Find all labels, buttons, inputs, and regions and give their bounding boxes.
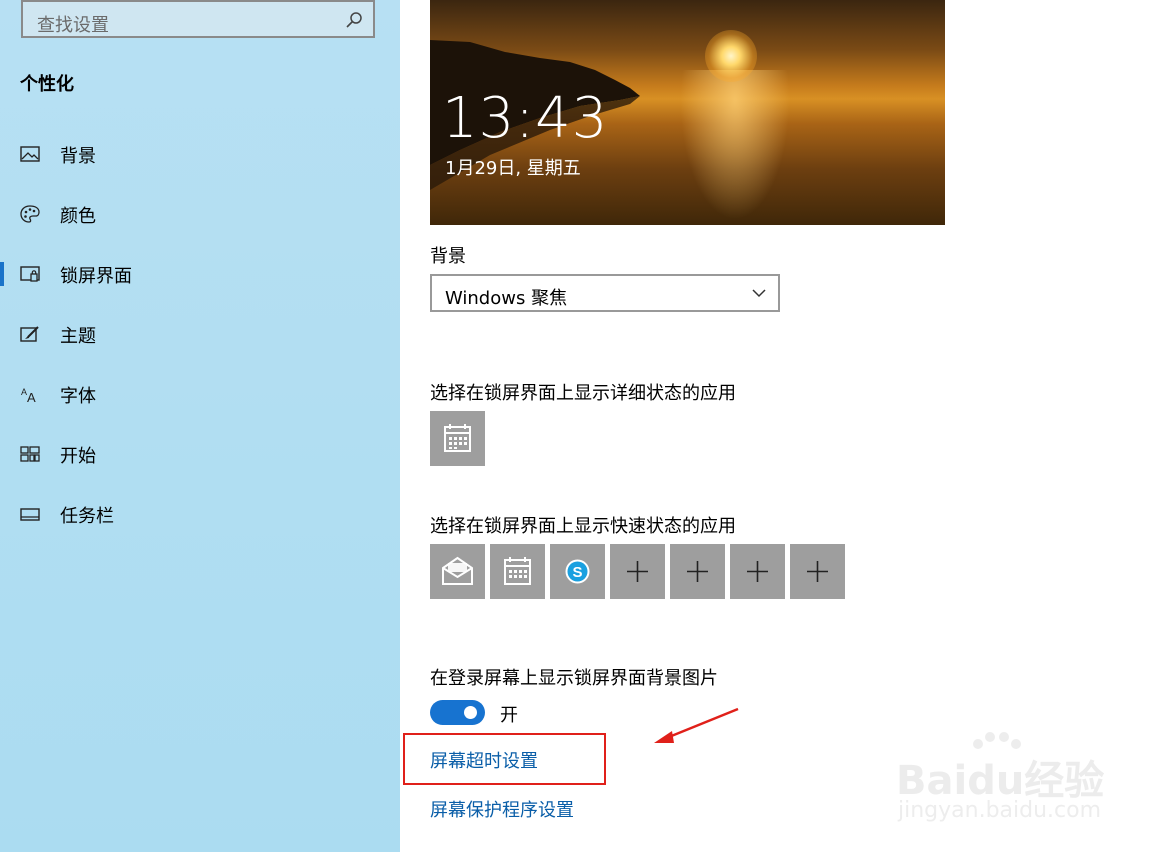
screen-saver-link[interactable]: 屏幕保护程序设置 [430,796,574,822]
plus-icon [747,561,768,582]
sidebar-item-fonts[interactable]: A A 字体 [0,372,400,416]
annotation-highlight-box [403,733,606,785]
palette-icon [20,205,40,223]
selected-indicator [0,262,4,286]
sidebar-item-start[interactable]: 开始 [0,432,400,476]
sidebar-item-label: 任务栏 [60,506,114,527]
quick-status-label: 选择在锁屏界面上显示快速状态的应用 [430,516,736,537]
sidebar-item-themes[interactable]: 主题 [0,312,400,356]
taskbar-icon [20,508,40,521]
skype-icon: S [565,559,590,584]
sidebar-item-label: 锁屏界面 [60,266,132,287]
lock-screen-preview: 13:43 1月29日, 星期五 [430,0,945,225]
chevron-down-icon [752,289,766,298]
theme-brush-icon [20,326,39,342]
mail-icon [442,556,473,585]
background-dropdown-value: Windows 聚焦 [445,288,568,309]
toggle-state-label: 开 [500,705,518,726]
quick-status-tile-add[interactable] [610,544,665,599]
search-input[interactable]: 查找设置 [37,11,109,37]
toggle-knob [464,706,477,719]
background-dropdown[interactable]: Windows 聚焦 [430,274,780,312]
plus-icon [807,561,828,582]
quick-status-tile-skype[interactable]: S [550,544,605,599]
plus-icon [687,561,708,582]
plus-icon [627,561,648,582]
quick-status-tile-add[interactable] [790,544,845,599]
sidebar: 查找设置 个性化 背景 颜色 锁屏界面 主题 A A 字体 开始 任务栏 [0,0,400,852]
sidebar-item-label: 开始 [60,446,96,467]
search-box[interactable]: 查找设置 [21,0,375,38]
quick-status-tile-add[interactable] [730,544,785,599]
font-icon: A A [21,387,36,404]
start-tiles-icon [20,446,40,462]
sidebar-item-label: 颜色 [60,206,96,227]
quick-status-tile-add[interactable] [670,544,725,599]
watermark-site: jingyan.baidu.com [898,798,1102,823]
svg-text:A: A [27,390,36,404]
baidu-watermark: Baidu经验 jingyan.baidu.com [896,730,1106,830]
quick-status-tile-mail[interactable] [430,544,485,599]
detailed-status-label: 选择在锁屏界面上显示详细状态的应用 [430,383,736,404]
sidebar-item-label: 主题 [60,326,96,347]
background-label: 背景 [430,246,466,267]
signin-background-label: 在登录屏幕上显示锁屏界面背景图片 [430,668,718,689]
svg-text:S: S [572,564,582,581]
sidebar-item-lock-screen[interactable]: 锁屏界面 [0,252,400,296]
calendar-icon [444,424,471,452]
detailed-status-app-tile[interactable] [430,411,485,466]
search-icon[interactable] [345,11,363,29]
lock-clock: 13:43 [442,86,609,151]
annotation-arrow [654,707,739,743]
section-title: 个性化 [20,74,74,95]
sidebar-item-label: 背景 [60,146,96,167]
sidebar-item-label: 字体 [60,386,96,407]
sidebar-item-background[interactable]: 背景 [0,132,400,176]
lock-date: 1月29日, 星期五 [445,158,581,179]
sidebar-item-taskbar[interactable]: 任务栏 [0,492,400,536]
picture-icon [20,146,40,162]
lock-screen-icon [20,266,40,282]
calendar-icon [504,557,531,585]
signin-background-toggle[interactable] [430,700,485,725]
quick-status-tile-calendar[interactable] [490,544,545,599]
sidebar-item-colors[interactable]: 颜色 [0,192,400,236]
